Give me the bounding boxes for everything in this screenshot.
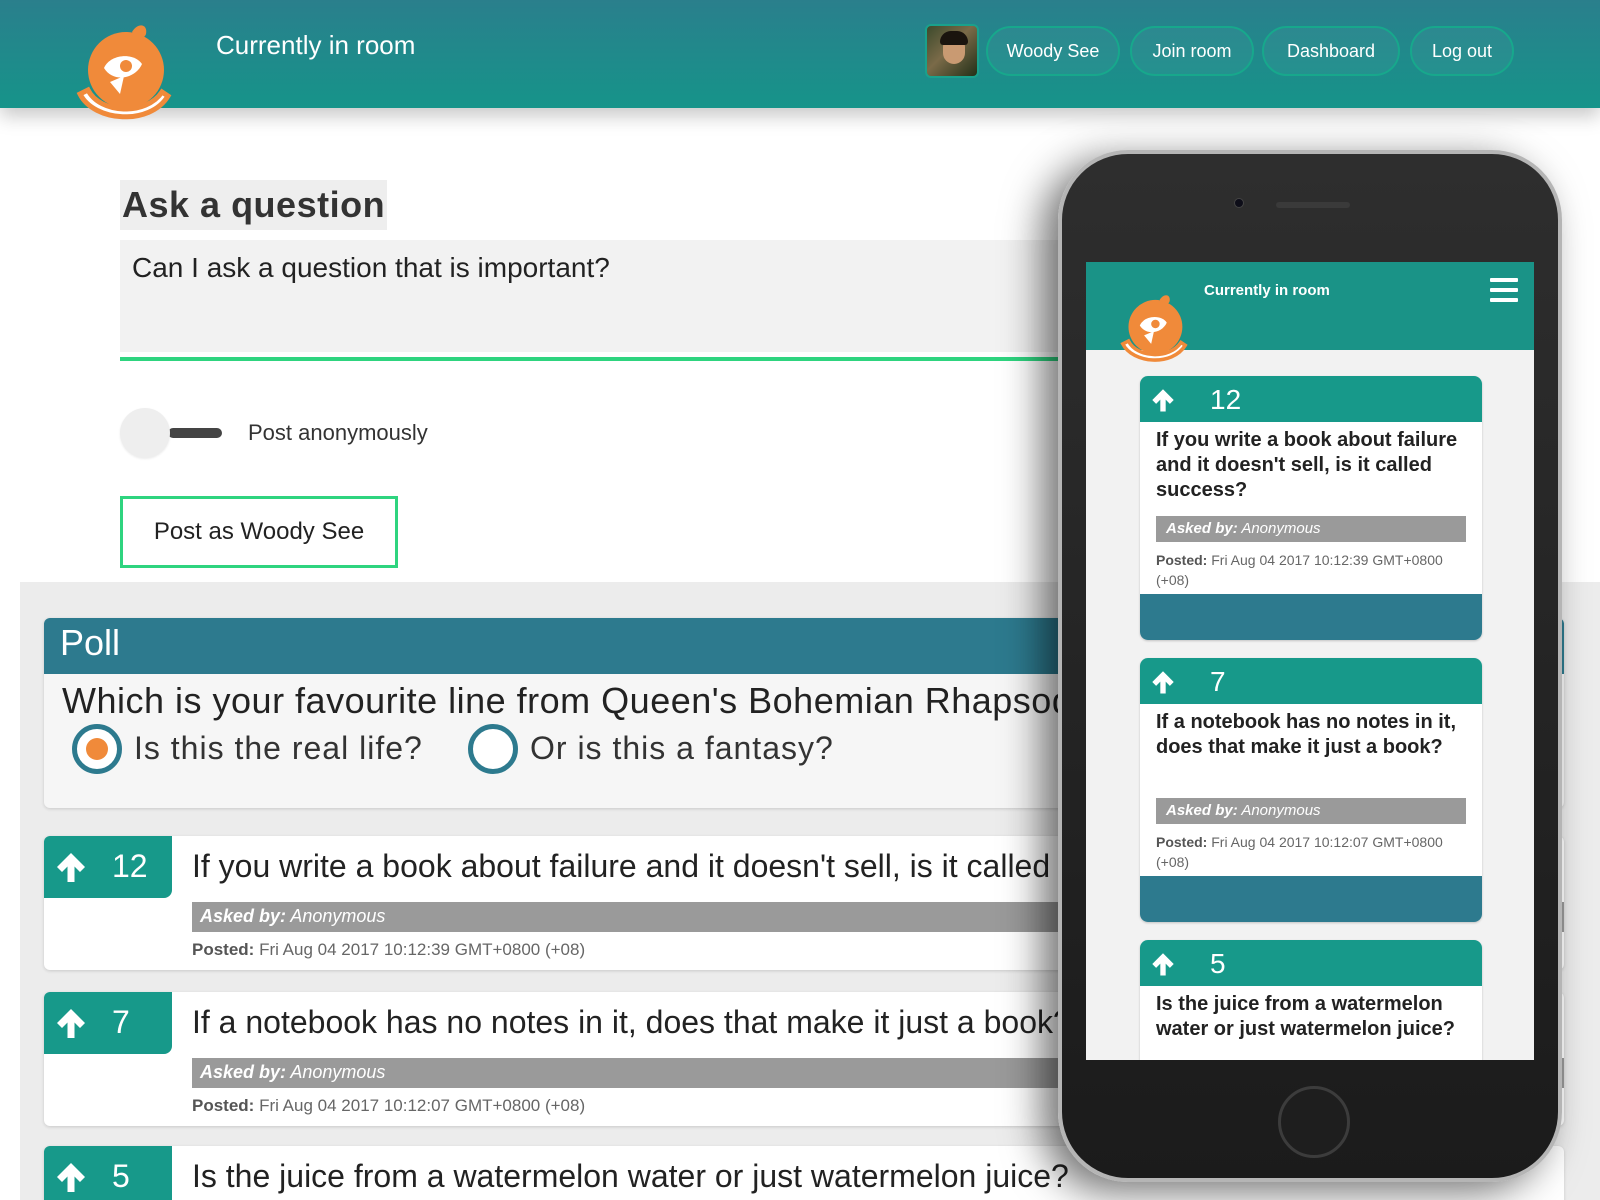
mobile-upvote-button[interactable]: 7 [1140,658,1482,704]
question-text: If a notebook has no notes in it, does t… [1156,711,1457,758]
poll-question: Which is your favourite line from Queen'… [62,680,1112,721]
phone-home-button [1278,1086,1350,1158]
question-text: If a notebook has no notes in it, does t… [192,1004,1071,1040]
asked-by-bar: Asked by: Anonymous [1156,516,1466,542]
hamburger-menu-icon[interactable] [1490,278,1518,302]
anonymous-toggle[interactable] [120,408,170,458]
asked-by-value: Anonymous [290,1062,386,1082]
posted-date: Posted: Fri Aug 04 2017 10:12:07 GMT+080… [1156,832,1466,872]
input-underline [120,357,1080,361]
card-footer [1140,594,1482,640]
user-profile-button[interactable]: Woody See [986,26,1120,76]
asked-by-value: Anonymous [1241,802,1321,819]
room-title: Currently in room [216,30,416,60]
posted-value: Fri Aug 04 2017 10:12:39 GMT+0800 (+08) [259,940,586,959]
mobile-question-card: 5 Is the juice from a watermelon water o… [1140,940,1482,1060]
mobile-room-title: Currently in room [1204,282,1330,299]
posted-label: Posted: [192,1096,255,1115]
avatar[interactable] [925,24,979,78]
anonymous-label: Post anonymously [248,420,428,445]
card-footer [1140,876,1482,922]
arrow-up-icon [57,853,85,882]
vote-count: 7 [112,1004,130,1040]
join-room-button[interactable]: Join room [1130,26,1254,76]
arrow-up-icon [1152,671,1174,694]
asked-by-label: Asked by: [1166,520,1238,537]
mobile-upvote-button[interactable]: 12 [1140,376,1482,422]
phone-camera [1234,198,1244,208]
question-text: Is the juice from a watermelon water or … [1156,993,1455,1040]
mobile-question-card: 7 If a notebook has no notes in it, does… [1140,658,1482,922]
mobile-upvote-button[interactable]: 5 [1140,940,1482,986]
vote-count: 7 [1210,666,1226,697]
asked-by-bar: Asked by: Anonymous [1156,798,1466,824]
asked-by-label: Asked by: [200,1062,287,1082]
poll-option-radio-2[interactable] [468,724,518,774]
vote-count: 5 [112,1158,130,1194]
app-logo-icon[interactable] [74,18,174,128]
posted-date: Posted: Fri Aug 04 2017 10:12:07 GMT+080… [192,1096,585,1116]
phone-screen: 12 If you write a book about failure and… [1086,262,1534,1060]
phone-mockup: 12 If you write a book about failure and… [1058,150,1562,1182]
asked-by-label: Asked by: [200,906,287,926]
question-text: If you write a book about failure and it… [1156,429,1458,501]
phone-speaker [1276,202,1350,208]
upvote-button[interactable]: 5 [44,1146,172,1200]
upvote-button[interactable]: 7 [44,992,172,1054]
question-text: If you write a book about failure and it… [192,848,1193,884]
app-screenshot: Currently in room Woody See Join room Da… [0,0,1600,1200]
anonymous-toggle-track[interactable] [168,428,222,438]
menu-bar [1490,288,1518,292]
poll-option-label-1[interactable]: Is this the real life? [134,730,423,767]
mobile-question-card: 12 If you write a book about failure and… [1140,376,1482,640]
post-question-button[interactable]: Post as Woody See [120,496,398,568]
asked-by-label: Asked by: [1166,802,1238,819]
menu-bar [1490,298,1518,302]
arrow-up-icon [57,1009,85,1038]
menu-bar [1490,278,1518,282]
posted-label: Posted: [1156,552,1208,568]
vote-count: 12 [112,848,148,884]
arrow-up-icon [1152,389,1174,412]
arrow-up-icon [1152,953,1174,976]
posted-value: Fri Aug 04 2017 10:12:07 GMT+0800 (+08) [259,1096,586,1115]
posted-label: Posted: [1156,834,1208,850]
asked-by-value: Anonymous [1241,520,1321,537]
poll-option-radio-1[interactable] [72,724,122,774]
radio-selected-dot [86,738,108,760]
arrow-up-icon [57,1163,85,1192]
vote-count: 5 [1210,948,1226,979]
avatar-hair [940,31,968,45]
asked-by-value: Anonymous [290,906,386,926]
posted-date: Posted: Fri Aug 04 2017 10:12:39 GMT+080… [1156,550,1466,590]
question-text: Is the juice from a watermelon water or … [192,1158,1069,1194]
top-navbar: Currently in room Woody See Join room Da… [0,0,1600,108]
question-input[interactable]: Can I ask a question that is important? [120,240,1080,352]
ask-heading: Ask a question [120,180,388,230]
dashboard-button[interactable]: Dashboard [1262,26,1400,76]
posted-label: Posted: [192,940,255,959]
upvote-button[interactable]: 12 [44,836,172,898]
mobile-logo-icon[interactable] [1118,290,1190,368]
vote-count: 12 [1210,384,1242,415]
posted-date: Posted: Fri Aug 04 2017 10:12:39 GMT+080… [192,940,585,960]
poll-option-label-2[interactable]: Or is this a fantasy? [530,730,834,767]
logout-button[interactable]: Log out [1410,26,1514,76]
